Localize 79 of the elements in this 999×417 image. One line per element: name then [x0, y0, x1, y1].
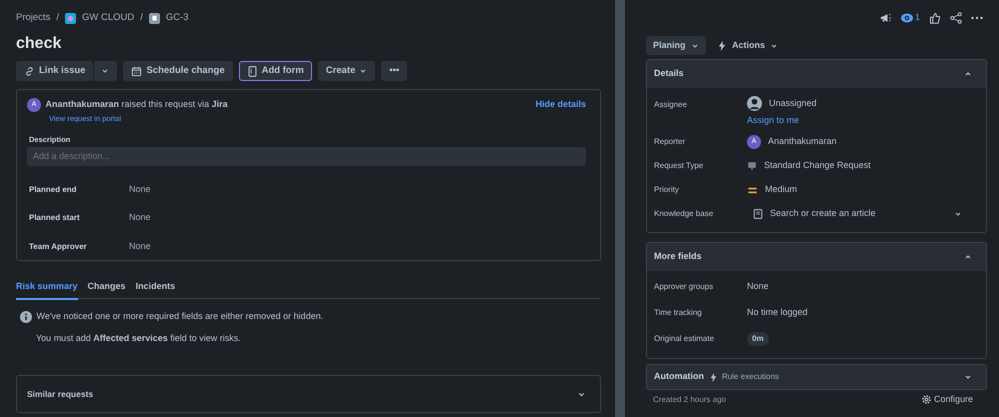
assign-to-me-link[interactable]: Assign to me — [747, 114, 817, 128]
field-value[interactable]: None — [129, 211, 151, 225]
knowledge-search-field[interactable]: Search or create an article — [770, 207, 974, 221]
panel-title: Automation — [654, 370, 704, 384]
field-value[interactable]: Unassigned — [769, 96, 817, 110]
rule-executions-label: Rule executions — [722, 371, 779, 383]
estimate-value[interactable]: 0m — [747, 332, 769, 346]
link-icon — [24, 66, 35, 76]
panel-header[interactable]: More fields — [647, 243, 986, 271]
separator: / — [140, 10, 143, 25]
field-value[interactable]: None — [129, 240, 151, 254]
lightning-icon — [708, 372, 718, 382]
panel-header[interactable]: Details — [647, 60, 986, 88]
notice-text: We've noticed one or more required fields are either removed or hidden. — [36, 310, 324, 323]
form-icon — [246, 66, 258, 76]
field-label: Request Type — [653, 160, 704, 172]
info-icon — [20, 310, 32, 323]
tab[interactable]: Risk summary — [16, 278, 78, 300]
automation-panel[interactable]: Automation Rule executions — [646, 364, 987, 390]
field-value[interactable]: Medium — [765, 183, 798, 197]
field-label: Planned start — [29, 212, 81, 224]
tab[interactable]: Changes — [88, 278, 126, 300]
breadcrumb-link[interactable]: Projects — [16, 10, 50, 26]
more-button[interactable]: ••• — [381, 61, 408, 81]
risk-hint-text: You must add Affected services field to view risks. — [36, 332, 242, 344]
settings-icon — [920, 394, 932, 406]
megaphone-icon — [880, 12, 892, 24]
request-raised-text: Ananthakumaran raised this request via Jira — [46, 98, 228, 112]
panel-title: Details — [654, 67, 684, 80]
field-value[interactable]: Standard Change Request — [764, 159, 871, 173]
toolbar-button[interactable]: Add form — [238, 61, 312, 81]
separator: / — [56, 10, 59, 25]
thumbs-up-icon — [929, 12, 941, 24]
user-icon — [747, 96, 762, 111]
lightning-icon — [717, 40, 728, 50]
field-value[interactable]: None — [129, 182, 151, 196]
created-text: Created 2 hours ago — [653, 394, 726, 406]
field-label: Assignee — [653, 99, 688, 111]
field-label: Team Approver — [29, 240, 88, 252]
chevron-down-icon — [954, 210, 962, 218]
issue-icon — [148, 12, 160, 24]
field-label: Knowledge base — [653, 208, 714, 220]
share-icon — [950, 12, 962, 24]
calendar-icon — [131, 66, 142, 76]
field-value[interactable]: None — [747, 280, 769, 294]
breadcrumb-link[interactable]: GW CLOUD — [82, 10, 134, 26]
chevron-down-icon — [770, 42, 778, 50]
chevron-down-icon — [359, 67, 368, 75]
eye-icon — [900, 12, 913, 24]
breadcrumb-link[interactable]: GC-3 — [166, 10, 189, 26]
toolbar-button[interactable]: Schedule change — [123, 61, 233, 81]
monitor-icon — [747, 161, 757, 171]
panel-title: More fields — [654, 250, 702, 264]
watcher-count[interactable]: 1 — [914, 11, 920, 25]
hide-details-link[interactable]: Hide details — [535, 98, 586, 112]
tab[interactable]: Incidents — [136, 278, 176, 300]
toolbar-button[interactable]: Link issue — [16, 61, 94, 81]
project-icon — [64, 12, 76, 24]
chevron-down-icon — [101, 67, 110, 75]
chevron-down-icon — [690, 42, 699, 50]
issue-title: check — [16, 34, 62, 54]
description-field[interactable]: Add a description... — [27, 146, 586, 166]
panel-title: Similar requests — [27, 388, 94, 400]
field-label: Original estimate — [653, 333, 716, 345]
field-label: Planned end — [29, 184, 78, 196]
field-label: Time tracking — [653, 307, 703, 319]
status-button[interactable]: Planing — [646, 36, 706, 55]
book-icon — [753, 209, 763, 219]
field-label: Priority — [653, 184, 680, 196]
actions-button[interactable]: Actions — [710, 36, 786, 55]
configure-button[interactable]: Configure — [920, 393, 973, 406]
scrollbar[interactable] — [615, 0, 625, 417]
dropdown-button[interactable] — [93, 61, 118, 81]
toolbar-button[interactable]: Create — [318, 61, 376, 81]
field-label: Approver groups — [653, 281, 714, 293]
field-label: Reporter — [653, 136, 686, 148]
field-value[interactable]: Ananthakumaran — [768, 135, 837, 149]
similar-requests-panel[interactable]: Similar requests — [16, 375, 601, 413]
field-value[interactable]: No time logged — [747, 306, 808, 320]
